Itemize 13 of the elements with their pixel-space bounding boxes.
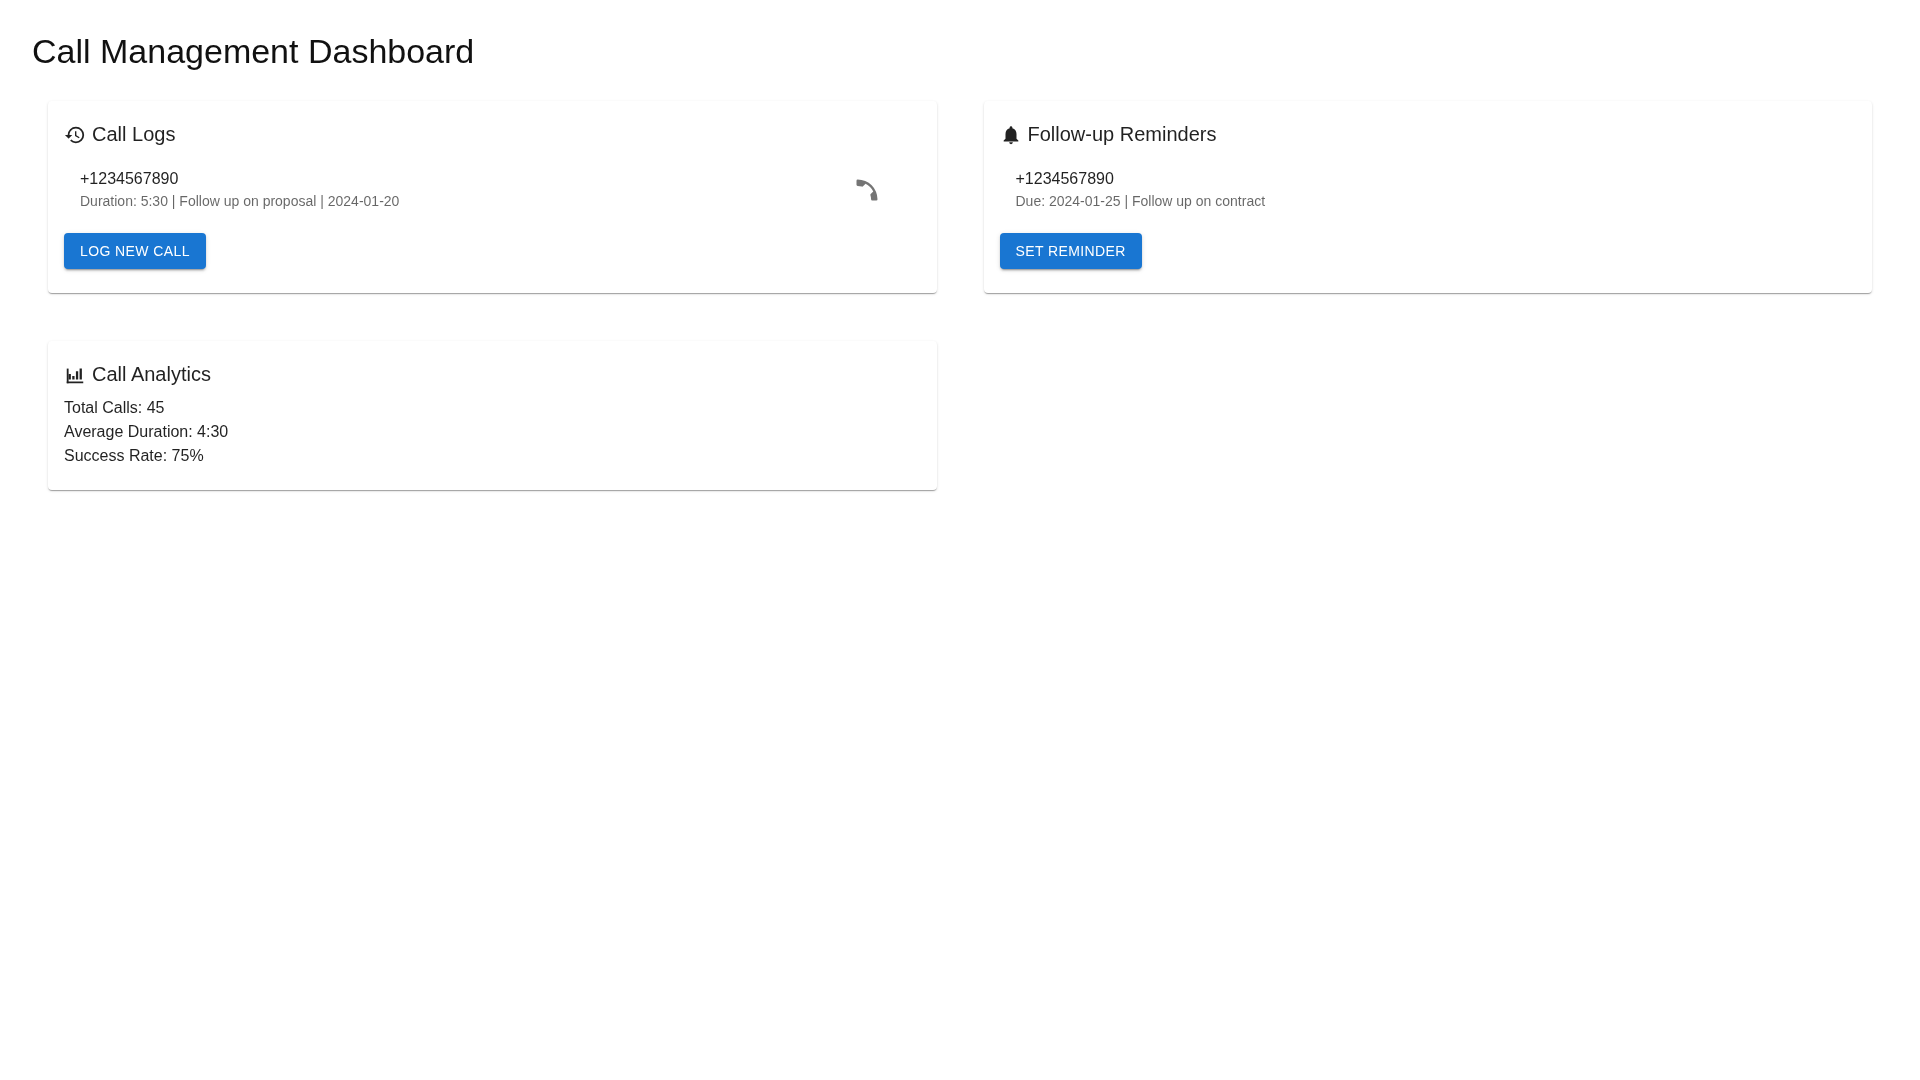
stat-line: Total Calls: 45 bbox=[64, 398, 165, 418]
call-details: Due: 2024-01-25 | Follow up on contract bbox=[1015, 193, 1266, 209]
action-button[interactable]: SET REMINDER bbox=[999, 233, 1142, 269]
card-title: Call Analytics bbox=[92, 363, 211, 386]
call-details: Duration: 5:30 | Follow up on proposal | 2024-01-20 bbox=[80, 193, 400, 209]
page-title: Call Management Dashboard bbox=[32, 32, 475, 71]
stat-line: Success Rate: 75% bbox=[64, 446, 204, 466]
phone-number: +1234567890 bbox=[1015, 170, 1114, 188]
action-button[interactable]: LOG NEW CALL bbox=[64, 233, 206, 269]
phone-number: +1234567890 bbox=[80, 170, 179, 188]
stat-line: Average Duration: 4:30 bbox=[64, 422, 229, 442]
card-title: Follow-up Reminders bbox=[1027, 123, 1217, 146]
card-title: Call Logs bbox=[92, 123, 176, 146]
